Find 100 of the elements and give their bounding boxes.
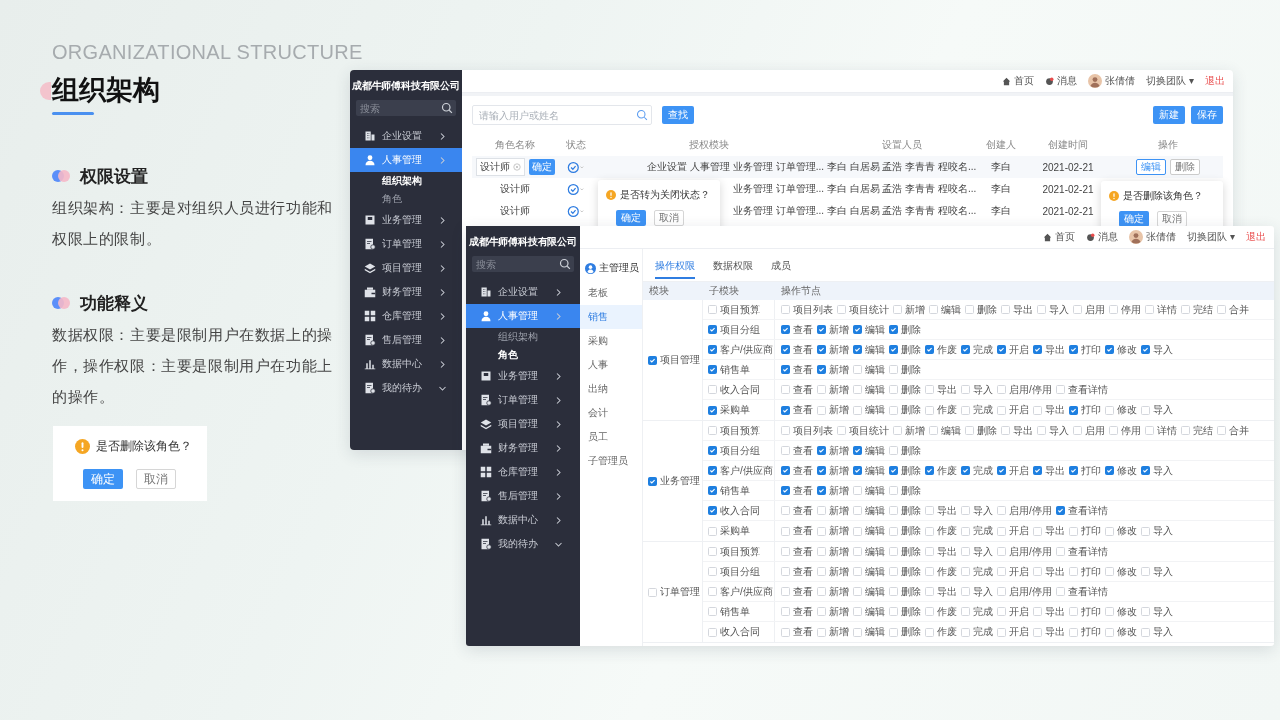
submenu-item[interactable]: 组织架构: [350, 172, 462, 190]
checkbox[interactable]: [781, 405, 790, 415]
role-item[interactable]: 子管理员: [580, 449, 642, 473]
checkbox[interactable]: [889, 345, 898, 354]
checkbox[interactable]: [1033, 345, 1042, 354]
checkbox[interactable]: [925, 345, 934, 354]
checkbox[interactable]: [708, 506, 717, 515]
status-check-icon[interactable]: [567, 204, 585, 218]
checkbox[interactable]: [997, 345, 1006, 354]
role-item[interactable]: 出纳: [580, 377, 642, 401]
checkbox[interactable]: [817, 325, 826, 334]
checkbox[interactable]: [1069, 345, 1078, 354]
checkbox[interactable]: [853, 446, 862, 455]
menu-item[interactable]: 财务管理: [466, 436, 580, 460]
checkbox[interactable]: [817, 486, 826, 495]
submenu-item[interactable]: 角色: [350, 190, 462, 208]
role-item[interactable]: 人事: [580, 353, 642, 377]
checkbox[interactable]: [1105, 345, 1114, 354]
menu-item[interactable]: 企业设置: [350, 124, 462, 148]
checkbox[interactable]: [1105, 466, 1114, 475]
cancel-button[interactable]: 取消: [654, 210, 684, 226]
status-check-icon[interactable]: [567, 182, 585, 196]
search-field[interactable]: 搜索: [356, 100, 456, 116]
role-item[interactable]: 采购: [580, 329, 642, 353]
checkbox[interactable]: [925, 466, 934, 475]
checkbox[interactable]: [1141, 345, 1150, 354]
checkbox[interactable]: [781, 466, 790, 475]
messages-link[interactable]: 消息: [1057, 74, 1078, 88]
checkbox[interactable]: [961, 466, 970, 475]
menu-item[interactable]: 项目管理: [350, 256, 462, 280]
checkbox[interactable]: [853, 345, 862, 354]
logout-link[interactable]: 退出: [1246, 230, 1266, 244]
checkbox[interactable]: [781, 486, 790, 495]
checkbox[interactable]: [997, 466, 1006, 475]
checkbox[interactable]: [1069, 405, 1078, 415]
checkbox[interactable]: [1033, 466, 1042, 475]
checkbox[interactable]: [648, 476, 657, 486]
menu-item[interactable]: 项目管理: [466, 412, 580, 436]
home-link[interactable]: 首页: [1055, 230, 1076, 244]
submenu-item[interactable]: 角色: [466, 346, 580, 364]
menu-item[interactable]: 人事管理: [466, 304, 580, 328]
team-switcher[interactable]: 切换团队 ▾: [1187, 230, 1235, 244]
home-link[interactable]: 首页: [1014, 74, 1035, 88]
checkbox[interactable]: [708, 325, 717, 334]
clear-icon[interactable]: [512, 163, 521, 171]
checkbox[interactable]: [1069, 466, 1078, 475]
checkbox[interactable]: [708, 446, 717, 455]
role-item[interactable]: 销售: [580, 305, 642, 329]
checkbox[interactable]: [648, 355, 657, 365]
tab[interactable]: 操作权限: [655, 255, 695, 279]
checkbox[interactable]: [708, 486, 717, 495]
search-field[interactable]: 搜索: [472, 256, 574, 272]
menu-item[interactable]: 数据中心: [350, 352, 462, 376]
checkbox[interactable]: [889, 325, 898, 334]
checkbox[interactable]: [817, 365, 826, 374]
menu-item[interactable]: 业务管理: [466, 364, 580, 388]
name-input[interactable]: 设计师: [475, 158, 525, 176]
status-check-icon[interactable]: [567, 160, 585, 174]
checkbox[interactable]: [708, 405, 717, 415]
checkbox[interactable]: [781, 365, 790, 374]
submenu-item[interactable]: 组织架构: [466, 328, 580, 346]
checkbox[interactable]: [817, 466, 826, 475]
messages-link[interactable]: 消息: [1098, 230, 1119, 244]
logout-link[interactable]: 退出: [1205, 74, 1225, 88]
role-item[interactable]: 会计: [580, 401, 642, 425]
user-name[interactable]: 张倩倩: [1105, 74, 1136, 88]
checkbox[interactable]: [853, 325, 862, 334]
menu-item[interactable]: 我的待办: [350, 376, 462, 400]
role-item[interactable]: 老板: [580, 281, 642, 305]
menu-item[interactable]: 企业设置: [466, 280, 580, 304]
cancel-button[interactable]: 取消: [1157, 211, 1187, 227]
menu-item[interactable]: 售后管理: [350, 328, 462, 352]
menu-item[interactable]: 人事管理: [350, 148, 462, 172]
menu-item[interactable]: 订单管理: [466, 388, 580, 412]
menu-item[interactable]: 数据中心: [466, 508, 580, 532]
checkbox[interactable]: [708, 466, 717, 475]
row-action-button[interactable]: 删除: [1170, 159, 1200, 175]
search-field[interactable]: 请输入用户或姓名: [472, 105, 652, 125]
menu-item[interactable]: 仓库管理: [350, 304, 462, 328]
menu-item[interactable]: 财务管理: [350, 280, 462, 304]
cancel-button[interactable]: 取消: [136, 469, 176, 489]
checkbox[interactable]: [817, 446, 826, 455]
checkbox[interactable]: [781, 345, 790, 354]
tab[interactable]: 数据权限: [713, 255, 753, 279]
checkbox[interactable]: [853, 466, 862, 475]
checkbox[interactable]: [817, 345, 826, 354]
menu-item[interactable]: 仓库管理: [466, 460, 580, 484]
checkbox[interactable]: [1141, 466, 1150, 475]
menu-item[interactable]: 订单管理: [350, 232, 462, 256]
checkbox[interactable]: [708, 345, 717, 354]
checkbox[interactable]: [889, 466, 898, 475]
tab[interactable]: 成员: [771, 255, 791, 279]
role-item[interactable]: 员工: [580, 425, 642, 449]
checkbox[interactable]: [1055, 506, 1065, 515]
team-switcher[interactable]: 切换团队 ▾: [1146, 74, 1194, 88]
menu-item[interactable]: 售后管理: [466, 484, 580, 508]
user-name[interactable]: 张倩倩: [1146, 230, 1177, 244]
menu-item[interactable]: 业务管理: [350, 208, 462, 232]
checkbox[interactable]: [961, 345, 970, 354]
menu-item[interactable]: 我的待办: [466, 532, 580, 556]
